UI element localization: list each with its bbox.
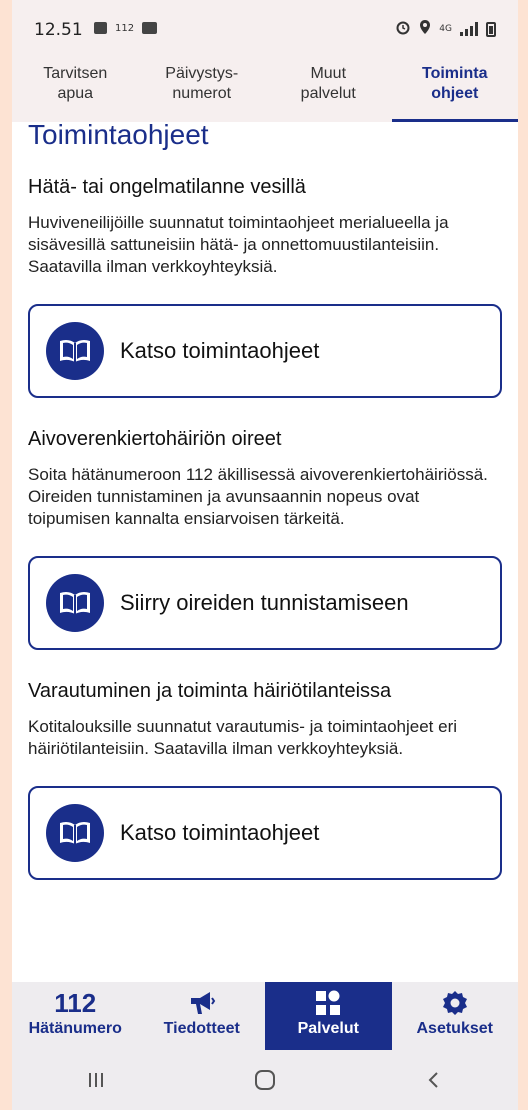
- tab-label-line1: Tarvitsen: [43, 65, 108, 82]
- section-disruption-preparedness: Varautuminen ja toiminta häiriötilanteis…: [28, 678, 502, 880]
- bottom-navigation: 112 Hätänumero Tiedotteet Palvelut Asetu…: [12, 982, 518, 1050]
- section-title: Varautuminen ja toiminta häiriötilanteis…: [28, 680, 392, 702]
- back-button[interactable]: [404, 1060, 464, 1100]
- app-notification-icon: [142, 22, 158, 34]
- nav-label: Hätänumero: [28, 1020, 122, 1037]
- nav-hatanumero[interactable]: 112 Hätänumero: [12, 982, 139, 1050]
- tab-label-line1: Muut: [310, 65, 347, 82]
- nav-palvelut[interactable]: Palvelut: [265, 982, 392, 1050]
- book-icon: [46, 804, 104, 862]
- signal-icon: [460, 22, 478, 36]
- tab-label-line2: numerot: [172, 85, 232, 102]
- section-title: Aivoverenkiertohäiriön oireet: [28, 428, 282, 450]
- book-icon: [46, 574, 104, 632]
- section-stroke-symptoms: Aivoverenkiertohäiriön oireet Soita hätä…: [28, 426, 502, 650]
- image-notification-icon: [94, 22, 107, 34]
- status-bar: 12.51 112 4G: [12, 0, 518, 56]
- phone-screen: 12.51 112 4G Tarvitsen apua Päivystys- n…: [12, 0, 518, 1110]
- symptom-recognition-button[interactable]: Siirry oireiden tunnistamiseen: [28, 556, 502, 650]
- battery-icon: [486, 21, 496, 37]
- button-label: Siirry oireiden tunnistamiseen: [120, 590, 409, 615]
- book-icon: [46, 322, 104, 380]
- top-tab-bar: Tarvitsen apua Päivystys- numerot Muut p…: [12, 56, 518, 122]
- location-icon: [419, 19, 431, 39]
- button-label: Katso toimintaohjeet: [120, 338, 320, 363]
- gear-icon: [392, 982, 519, 1018]
- page-title: Toimintaohjeet: [28, 122, 209, 150]
- tab-tarvitsen-apua[interactable]: Tarvitsen apua: [12, 56, 139, 122]
- tab-label-line2: ohjeet: [431, 85, 479, 102]
- nav-label: Tiedotteet: [163, 1020, 240, 1037]
- megaphone-icon: [139, 982, 266, 1018]
- alarm-icon: [395, 19, 411, 39]
- nav-label: Asetukset: [416, 1020, 493, 1037]
- section-text: Huviveneilijöille suunnatut toimintaohje…: [28, 213, 449, 276]
- section-water-emergency: Hätä- tai ongelmatilanne vesillä Huviven…: [28, 174, 502, 398]
- view-instructions-button[interactable]: Katso toimintaohjeet: [28, 786, 502, 880]
- view-instructions-button[interactable]: Katso toimintaohjeet: [28, 304, 502, 398]
- tab-paivystysnumerot[interactable]: Päivystys- numerot: [139, 56, 266, 122]
- section-text: Soita hätänumeroon 112 äkillisessä aivov…: [28, 465, 488, 528]
- emergency-number-icon: 112: [54, 987, 97, 1018]
- status-112-text: 112: [115, 22, 135, 34]
- home-button[interactable]: [235, 1060, 295, 1100]
- recent-apps-button[interactable]: [66, 1060, 126, 1100]
- network-type-label: 4G: [439, 24, 452, 34]
- section-title: Hätä- tai ongelmatilanne vesillä: [28, 176, 306, 198]
- button-label: Katso toimintaohjeet: [120, 820, 320, 845]
- status-system-icons: 4G: [395, 19, 496, 39]
- tab-label-line2: apua: [57, 85, 94, 102]
- status-time: 12.51: [34, 20, 83, 40]
- section-text: Kotitalouksille suunnatut varautumis- ja…: [28, 717, 458, 758]
- main-content[interactable]: Toimintaohjeet Hätä- tai ongelmatilanne …: [12, 122, 518, 982]
- nav-asetukset[interactable]: Asetukset: [392, 982, 519, 1050]
- nav-label: Palvelut: [297, 1020, 359, 1037]
- grid-icon: [265, 982, 392, 1018]
- status-notification-icons: 112: [94, 22, 158, 34]
- tab-label-line1: Päivystys-: [165, 65, 239, 82]
- tab-label-line2: palvelut: [300, 85, 356, 102]
- system-navigation-bar: [12, 1050, 518, 1110]
- nav-tiedotteet[interactable]: Tiedotteet: [139, 982, 266, 1050]
- tab-muut-palvelut[interactable]: Muut palvelut: [265, 56, 392, 122]
- tab-label-line1: Toiminta: [422, 65, 488, 82]
- tab-toimintaohjeet[interactable]: Toiminta ohjeet: [391, 56, 519, 122]
